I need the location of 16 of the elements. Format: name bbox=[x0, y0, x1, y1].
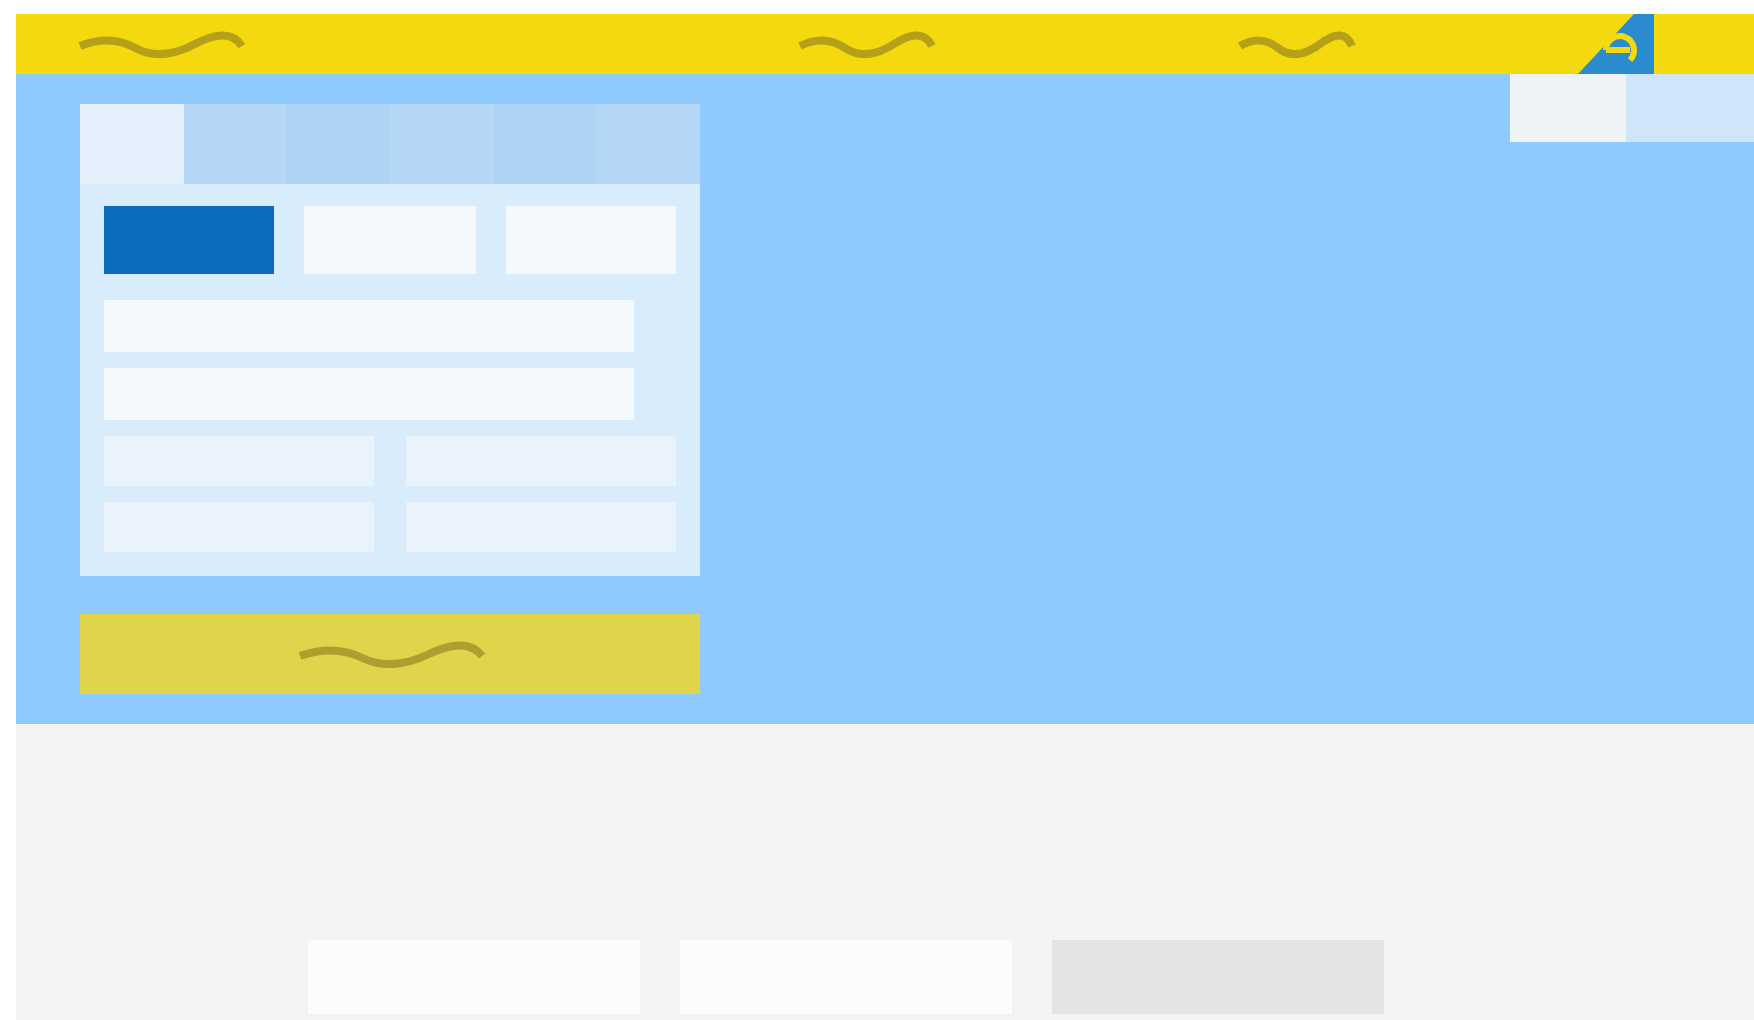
trip-option-button[interactable] bbox=[104, 206, 275, 274]
tab[interactable] bbox=[493, 104, 597, 184]
search-button[interactable] bbox=[80, 614, 700, 694]
tab[interactable] bbox=[286, 104, 391, 184]
input-field[interactable] bbox=[104, 300, 634, 352]
input-field[interactable] bbox=[104, 368, 634, 420]
trip-option-button[interactable] bbox=[505, 206, 676, 274]
tab[interactable] bbox=[183, 104, 287, 184]
blurred-text-drawing bbox=[1236, 30, 1356, 58]
tab[interactable] bbox=[596, 104, 701, 184]
tab[interactable] bbox=[390, 104, 494, 184]
trip-option-button[interactable] bbox=[304, 206, 476, 274]
header-button[interactable] bbox=[1510, 74, 1626, 142]
blurred-text-drawing bbox=[796, 30, 936, 58]
tab[interactable] bbox=[80, 104, 184, 184]
header-button[interactable] bbox=[1626, 74, 1754, 142]
